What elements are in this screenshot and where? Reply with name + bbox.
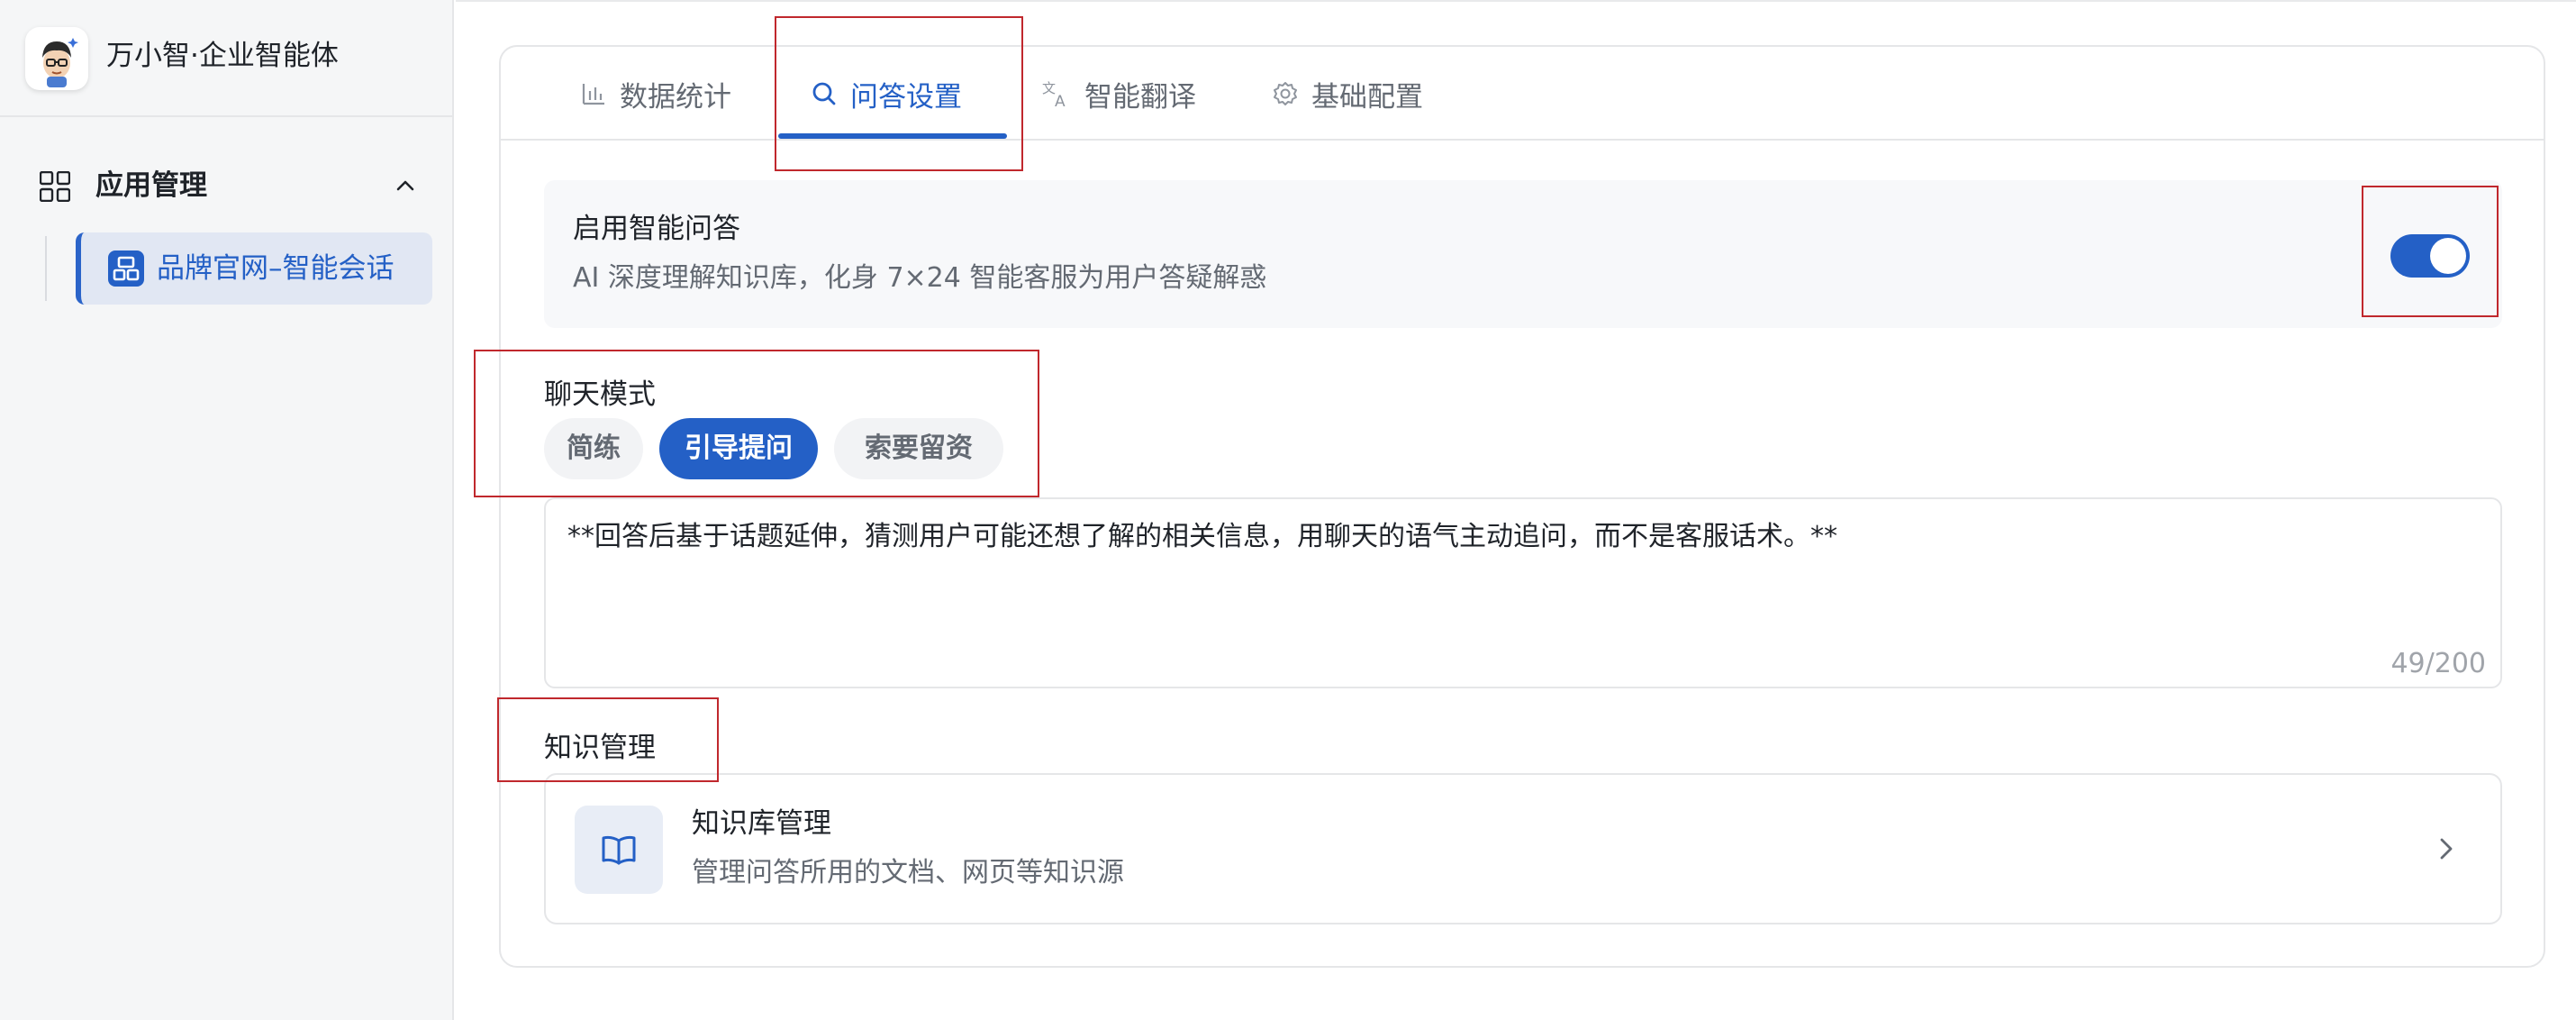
knowledge-base-title: 知识库管理 (692, 807, 831, 840)
active-tab-indicator (778, 133, 1007, 139)
tab-data-statistics[interactable]: 数据统计 (580, 72, 731, 115)
top-divider (456, 0, 2576, 2)
avatar-illustration-icon (42, 38, 78, 87)
translate-icon: 文 A (1042, 80, 1066, 109)
book-icon (575, 806, 663, 894)
enable-qa-toggle[interactable] (2390, 234, 2470, 278)
app-icon (108, 250, 144, 287)
chat-mode-option-concise[interactable]: 简练 (544, 418, 643, 479)
chat-mode-option-guided[interactable]: 引导提问 (659, 418, 818, 479)
tab-label: 基础配置 (1311, 80, 1423, 114)
tab-smart-translation[interactable]: 文 A 智能翻译 (1041, 72, 1196, 115)
settings-card: 数据统计 问答设置 文 A 智能翻译 基础配置 启用智能问答 AI 深度理解知识… (499, 45, 2545, 968)
prompt-text: **回答后基于话题延伸，猜测用户可能还想了解的相关信息，用聊天的语气主动追问，而… (567, 521, 1837, 552)
nav-group-app-management[interactable]: 应用管理 (36, 166, 414, 205)
prompt-textarea[interactable]: **回答后基于话题延伸，猜测用户可能还想了解的相关信息，用聊天的语气主动追问，而… (544, 497, 2502, 688)
knowledge-base-description: 管理问答所用的文档、网页等知识源 (692, 857, 1124, 888)
character-count: 49/200 (2390, 648, 2486, 679)
nav-group-label: 应用管理 (95, 169, 207, 202)
search-icon (812, 82, 836, 105)
tab-label: 数据统计 (620, 80, 731, 114)
tab-label: 智能翻译 (1084, 80, 1196, 114)
enable-qa-panel: 启用智能问答 AI 深度理解知识库，化身 7×24 智能客服为用户答疑解惑 (544, 180, 2502, 328)
chat-mode-label: 聊天模式 (544, 378, 656, 411)
tab-label: 问答设置 (850, 80, 962, 114)
svg-text:文: 文 (1042, 80, 1056, 96)
nav-indent-line (45, 236, 47, 301)
brand-header: 万小智·企业智能体 (0, 0, 454, 117)
gear-icon (1274, 82, 1297, 105)
chevron-up-icon[interactable] (395, 175, 416, 196)
toggle-knob (2430, 238, 2466, 274)
grid-icon (40, 171, 70, 202)
brand-name: 万小智·企业智能体 (106, 40, 339, 72)
chat-mode-option-collect-leads[interactable]: 索要留资 (834, 418, 1003, 479)
tab-basic-config[interactable]: 基础配置 (1272, 72, 1423, 115)
tab-qa-settings[interactable]: 问答设置 (811, 72, 962, 115)
enable-qa-title: 启用智能问答 (573, 213, 740, 245)
app-root: 万小智·企业智能体 应用管理 品牌官网–智能会话 数据统计 问答设置 文 A 智… (0, 0, 2576, 1020)
knowledge-base-card[interactable]: 知识库管理 管理问答所用的文档、网页等知识源 (544, 773, 2502, 924)
bar-chart-icon (582, 84, 604, 105)
svg-text:A: A (1055, 93, 1066, 109)
chevron-right-icon (2440, 838, 2453, 860)
sidebar-item-label: 品牌官网–智能会话 (157, 252, 395, 285)
knowledge-section-label: 知识管理 (544, 732, 656, 764)
avatar (25, 27, 88, 90)
tab-bar: 数据统计 问答设置 文 A 智能翻译 基础配置 (501, 47, 2544, 141)
enable-qa-description: AI 深度理解知识库，化身 7×24 智能客服为用户答疑解惑 (573, 262, 1267, 294)
sidebar-item-brand-website-chat[interactable]: 品牌官网–智能会话 (76, 232, 432, 305)
sidebar: 万小智·企业智能体 应用管理 品牌官网–智能会话 (0, 0, 454, 1020)
